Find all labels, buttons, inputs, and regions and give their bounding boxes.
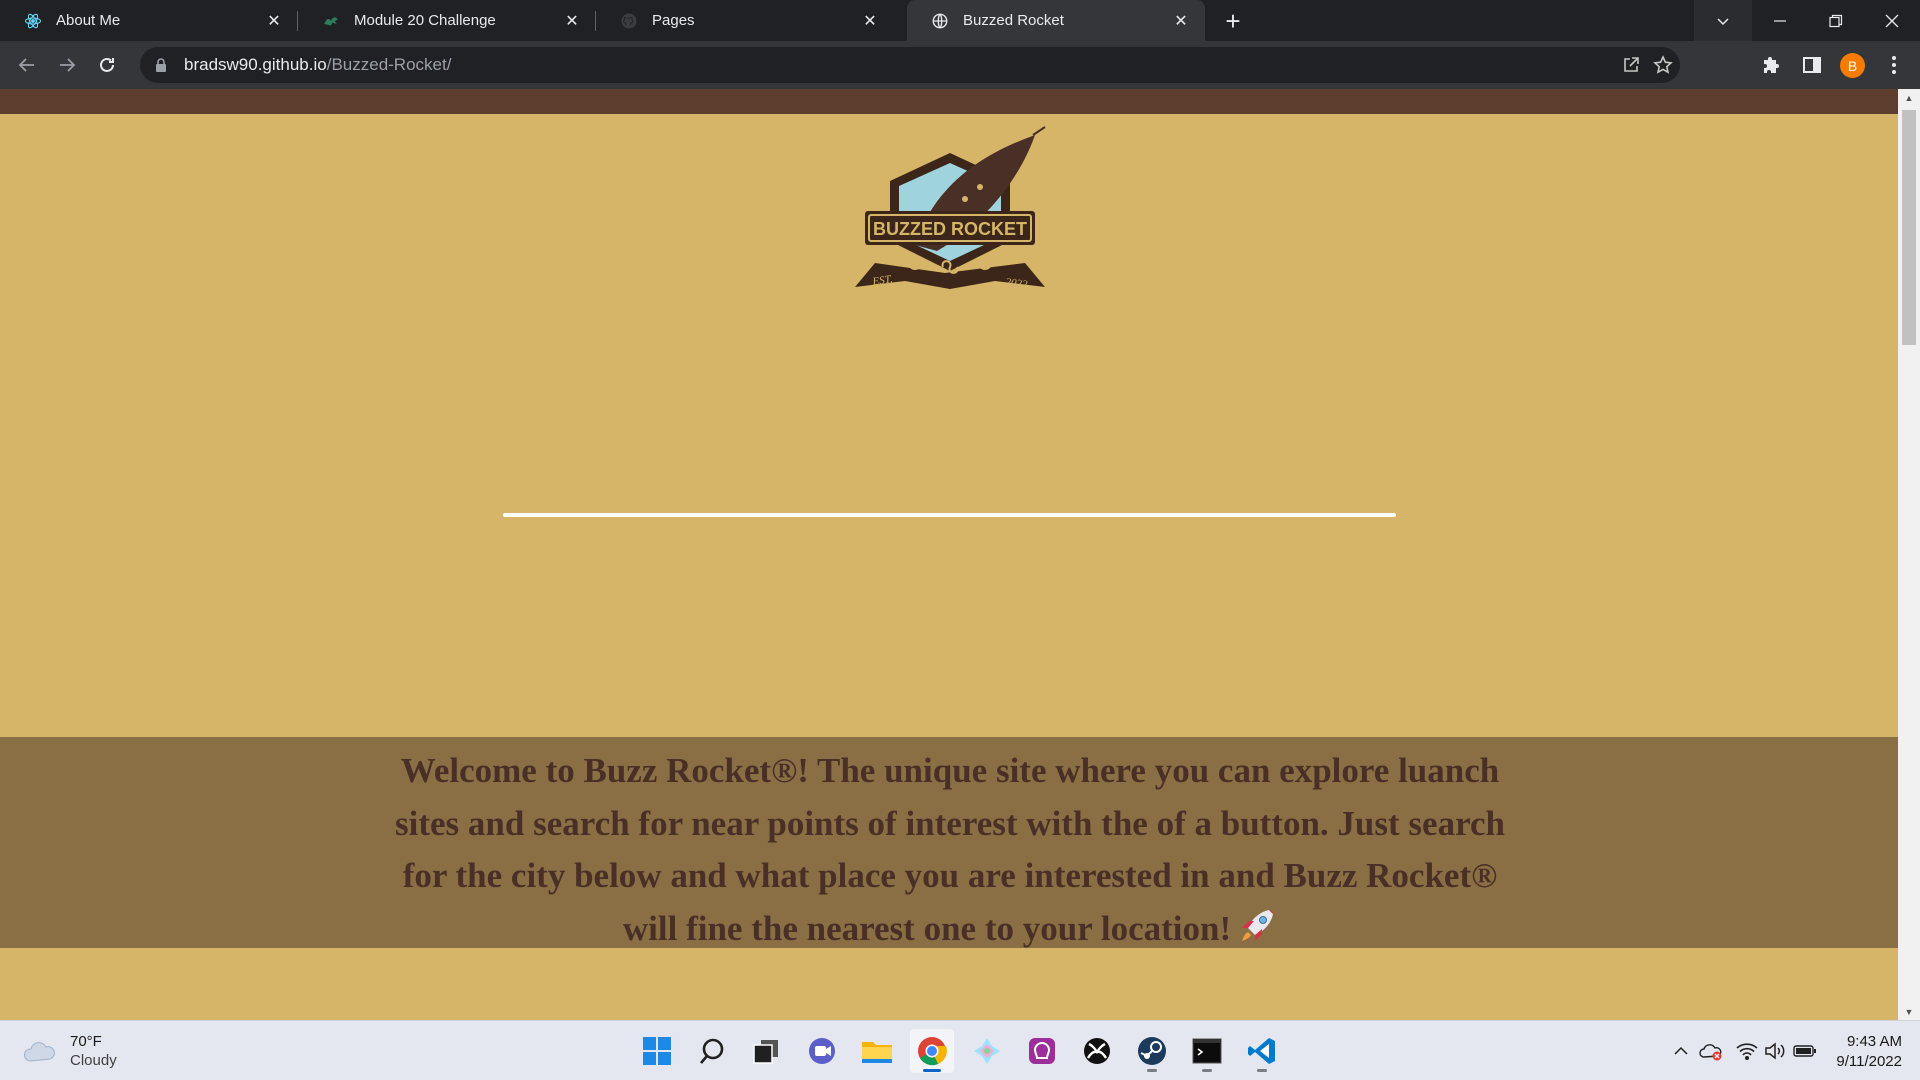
steam-button[interactable] bbox=[1130, 1029, 1174, 1073]
running-indicator bbox=[1202, 1069, 1212, 1072]
new-tab-button[interactable]: + bbox=[1217, 6, 1249, 36]
vscode-button[interactable] bbox=[1240, 1029, 1284, 1073]
url-path: /Buzzed-Rocket/ bbox=[326, 55, 452, 74]
onedrive-error-icon[interactable] bbox=[1698, 1038, 1724, 1064]
welcome-text: Welcome to Buzz Rocket®! The unique site… bbox=[380, 745, 1520, 955]
weather-temperature: 70°F bbox=[70, 1033, 102, 1050]
close-icon[interactable]: ✕ bbox=[264, 11, 284, 31]
profile-avatar[interactable]: B bbox=[1840, 53, 1865, 78]
chrome-button[interactable] bbox=[910, 1029, 954, 1073]
share-icon[interactable] bbox=[1620, 54, 1642, 76]
clock-date: 9/11/2022 bbox=[1836, 1053, 1902, 1070]
start-button[interactable] bbox=[635, 1029, 679, 1073]
wifi-icon[interactable] bbox=[1734, 1038, 1760, 1064]
battery-icon[interactable] bbox=[1792, 1038, 1818, 1064]
running-indicator bbox=[1257, 1069, 1267, 1072]
clock-time: 9:43 AM bbox=[1846, 1033, 1902, 1050]
teams-chat-button[interactable] bbox=[800, 1029, 844, 1073]
extensions-icon[interactable] bbox=[1760, 53, 1784, 77]
search-button[interactable] bbox=[690, 1029, 734, 1073]
tab-pages[interactable]: Pages ✕ bbox=[596, 0, 894, 41]
globe-icon bbox=[931, 12, 949, 30]
weather-widget[interactable]: 70°F Cloudy bbox=[22, 1032, 117, 1071]
address-bar[interactable]: bradsw90.github.io/Buzzed-Rocket/ bbox=[140, 47, 1680, 83]
logo-year: 2022 bbox=[1005, 276, 1029, 291]
side-panel-icon[interactable] bbox=[1800, 53, 1824, 77]
rocket-emoji-icon bbox=[1237, 906, 1277, 946]
window-controls bbox=[1694, 0, 1920, 41]
forward-button[interactable] bbox=[52, 50, 82, 80]
minimize-button[interactable] bbox=[1752, 0, 1808, 41]
react-icon bbox=[24, 12, 42, 30]
app-button[interactable] bbox=[1020, 1029, 1064, 1073]
url-host: bradsw90.github.io bbox=[184, 55, 327, 74]
terminal-button[interactable] bbox=[1185, 1029, 1229, 1073]
windows-taskbar: 70°F Cloudy 9:43 AM 9/11/2022 bbox=[0, 1020, 1920, 1080]
close-icon[interactable]: ✕ bbox=[562, 11, 582, 31]
volume-icon[interactable] bbox=[1762, 1038, 1788, 1064]
tab-buzzed-rocket[interactable]: Buzzed Rocket ✕ bbox=[907, 0, 1205, 41]
page-viewport: BUZZED ROCKET EST. 2022 Welcome to Buzz … bbox=[0, 89, 1920, 1020]
system-clock[interactable]: 9:43 AM 9/11/2022 bbox=[1836, 1032, 1902, 1072]
back-button[interactable] bbox=[12, 50, 42, 80]
bookmark-star-icon[interactable] bbox=[1652, 54, 1674, 76]
page-header-bar bbox=[0, 89, 1898, 114]
scroll-down-arrow-icon[interactable]: ▼ bbox=[1898, 1003, 1920, 1020]
page-scrollbar[interactable]: ▲ ▼ bbox=[1898, 89, 1920, 1020]
gitkraken-button[interactable] bbox=[965, 1029, 1009, 1073]
browser-tab-strip: About Me ✕ Module 20 Challenge ✕ Pages ✕… bbox=[0, 0, 1920, 41]
task-view-button[interactable] bbox=[744, 1029, 788, 1073]
lock-icon[interactable] bbox=[154, 57, 170, 73]
reload-button[interactable] bbox=[92, 50, 122, 80]
xbox-button[interactable] bbox=[1075, 1029, 1119, 1073]
github-icon bbox=[620, 12, 638, 30]
restore-button[interactable] bbox=[1808, 0, 1864, 41]
tab-title: About Me bbox=[56, 12, 121, 29]
scrollbar-thumb[interactable] bbox=[1902, 110, 1916, 345]
chevron-up-icon[interactable] bbox=[1668, 1038, 1694, 1064]
scroll-up-arrow-icon[interactable]: ▲ bbox=[1898, 89, 1920, 106]
logo-est: EST. bbox=[871, 273, 894, 288]
close-icon[interactable]: ✕ bbox=[1171, 11, 1191, 31]
close-icon[interactable]: ✕ bbox=[860, 11, 880, 31]
cloud-icon bbox=[22, 1039, 56, 1065]
browser-toolbar: bradsw90.github.io/Buzzed-Rocket/ B bbox=[0, 41, 1920, 89]
tab-search-button[interactable] bbox=[1694, 0, 1752, 41]
tab-title: Pages bbox=[652, 12, 695, 29]
weather-condition: Cloudy bbox=[70, 1052, 117, 1069]
welcome-banner: Welcome to Buzz Rocket®! The unique site… bbox=[0, 737, 1898, 948]
tab-title: Module 20 Challenge bbox=[354, 12, 496, 29]
close-window-button[interactable] bbox=[1864, 0, 1920, 41]
horizontal-divider bbox=[503, 513, 1396, 517]
welcome-message: Welcome to Buzz Rocket®! The unique site… bbox=[395, 751, 1505, 948]
dragon-icon bbox=[322, 12, 340, 30]
tab-module-20-challenge[interactable]: Module 20 Challenge ✕ bbox=[298, 0, 596, 41]
running-indicator bbox=[923, 1069, 941, 1072]
menu-icon[interactable] bbox=[1882, 53, 1906, 77]
file-explorer-button[interactable] bbox=[855, 1029, 899, 1073]
running-indicator bbox=[1147, 1069, 1157, 1072]
buzzed-rocket-logo: BUZZED ROCKET EST. 2022 bbox=[845, 123, 1055, 298]
tab-about-me[interactable]: About Me ✕ bbox=[0, 0, 298, 41]
logo-name: BUZZED ROCKET bbox=[873, 219, 1027, 239]
tab-title: Buzzed Rocket bbox=[963, 12, 1064, 29]
